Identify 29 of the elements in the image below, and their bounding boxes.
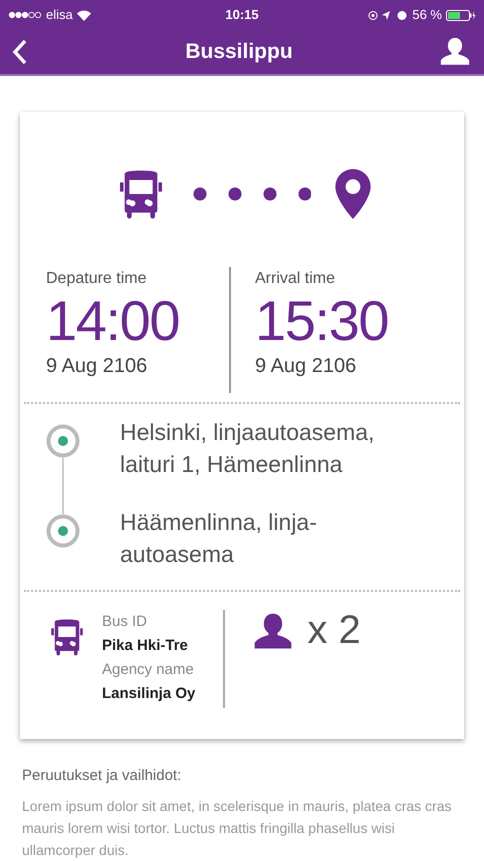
signal-icon bbox=[8, 11, 42, 19]
time-label: Arrival time bbox=[255, 268, 336, 288]
time-label: Depature time bbox=[46, 268, 148, 288]
date-text: 9 Aug 2106 bbox=[46, 354, 148, 378]
time-value: 14:00 bbox=[46, 290, 180, 350]
agency-value: Lansilinja Oy bbox=[102, 684, 196, 704]
location-pin-icon bbox=[335, 169, 371, 219]
notes-title: Peruutukset ja vailhidot: bbox=[22, 766, 182, 786]
stop-marker-icon bbox=[46, 514, 80, 548]
time-value: 15:30 bbox=[255, 290, 390, 350]
battery-percent: 56 % bbox=[412, 6, 442, 24]
bus-id-value: Pika Hki-Tre bbox=[102, 636, 189, 656]
clock-time: 10:15 bbox=[225, 6, 259, 24]
status-icons bbox=[368, 10, 408, 20]
route-line bbox=[62, 458, 64, 514]
battery-icon bbox=[446, 10, 476, 20]
bus-id-label: Bus ID bbox=[102, 612, 148, 632]
passenger-count: x 2 bbox=[307, 610, 361, 650]
stop-marker-icon bbox=[46, 424, 80, 458]
carrier-name: elisa bbox=[46, 6, 73, 24]
back-icon bbox=[12, 38, 28, 65]
dotted-route-icon bbox=[193, 187, 311, 201]
wifi-icon bbox=[76, 10, 91, 20]
screen-title: Bussilippu bbox=[184, 39, 294, 65]
notes-body: Lorem ipsum dolor sit amet, in scelerisque in mauris, platea cras cras mauris lorem wisi tortor. Luctus mattis fringilla phasellus wisi ullamcorper duis. bbox=[22, 797, 453, 860]
agency-label: Agency name bbox=[102, 660, 195, 680]
stop-name: Helsinki, linjaautoasema, laituri 1, Hämeenlinna bbox=[120, 418, 376, 478]
stop-name: Häämenlinna, linja-autoasema bbox=[120, 508, 318, 568]
date-text: 9 Aug 2106 bbox=[255, 354, 358, 378]
